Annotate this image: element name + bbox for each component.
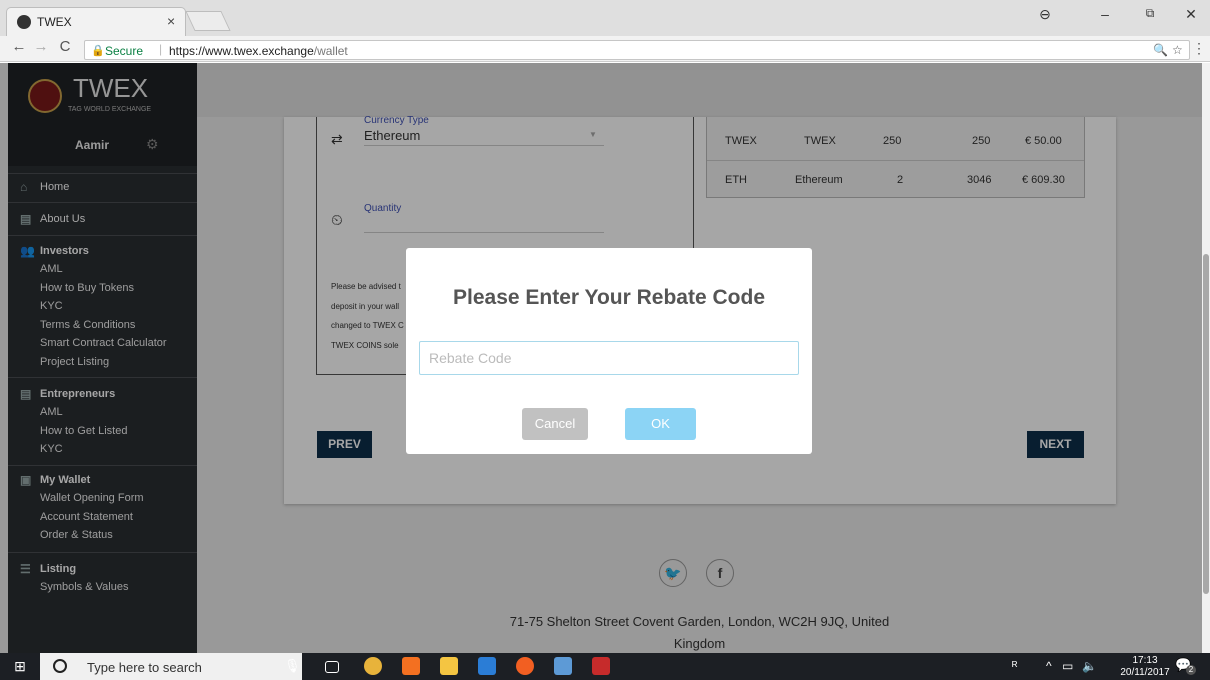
zoom-icon[interactable]: 🔍 bbox=[1153, 43, 1168, 57]
people-icon[interactable]: ᴿ bbox=[1012, 659, 1017, 673]
close-window-button[interactable]: ✕ bbox=[1176, 6, 1206, 23]
search-placeholder: Type here to search bbox=[87, 660, 202, 675]
windows-taskbar: ⊞ Type here to search 🎙 ᴿ ^ ▭ 🔈 17:13 20… bbox=[0, 653, 1210, 680]
photos-icon[interactable] bbox=[554, 657, 572, 675]
secure-label: Secure bbox=[105, 44, 144, 58]
clock-time: 17:13 bbox=[1132, 655, 1158, 666]
back-button[interactable]: ← bbox=[10, 38, 28, 55]
dialog-title: Please Enter Your Rebate Code bbox=[453, 286, 765, 309]
notification-count-badge: 2 bbox=[1186, 665, 1196, 675]
browser-tab[interactable]: TWEX × bbox=[6, 7, 186, 36]
vscode-icon[interactable] bbox=[478, 657, 496, 675]
cancel-button[interactable]: Cancel bbox=[522, 408, 588, 440]
divider: | bbox=[159, 42, 163, 56]
ok-button[interactable]: OK bbox=[625, 408, 696, 440]
reload-button[interactable]: C bbox=[56, 38, 74, 55]
tab-close-icon[interactable]: × bbox=[167, 13, 175, 29]
rebate-code-input[interactable] bbox=[419, 341, 799, 375]
paint-app-icon[interactable] bbox=[516, 657, 534, 675]
clock-date: 20/11/2017 bbox=[1120, 667, 1170, 678]
chrome-icon[interactable] bbox=[364, 657, 382, 675]
url-path: /wallet bbox=[313, 44, 348, 58]
cortana-icon bbox=[53, 659, 67, 673]
scrollbar-thumb[interactable] bbox=[1203, 254, 1209, 594]
taskbar-search[interactable]: Type here to search bbox=[40, 653, 302, 680]
tab-title: TWEX bbox=[37, 15, 72, 29]
tray-chevron-icon[interactable]: ^ bbox=[1046, 659, 1052, 673]
rebate-code-dialog: Please Enter Your Rebate Code Cancel OK bbox=[406, 248, 812, 454]
volume-icon[interactable]: 🔈 bbox=[1082, 659, 1097, 673]
url-text: https://www.twex.exchange/wallet bbox=[169, 44, 348, 58]
network-icon[interactable]: ▭ bbox=[1062, 659, 1073, 673]
microphone-icon[interactable]: 🎙 bbox=[284, 658, 301, 674]
site-favicon-icon bbox=[17, 15, 31, 29]
profile-icon[interactable]: ⊖ bbox=[1030, 6, 1060, 23]
url-base: https://www.twex.exchange bbox=[169, 44, 314, 58]
xampp-icon[interactable] bbox=[402, 657, 420, 675]
windows-start-icon[interactable]: ⊞ bbox=[0, 653, 40, 680]
minimize-button[interactable]: – bbox=[1090, 6, 1120, 22]
address-bar[interactable]: 🔒 Secure | https://www.twex.exchange/wal… bbox=[84, 40, 1190, 60]
pdf-icon[interactable] bbox=[592, 657, 610, 675]
file-explorer-icon[interactable] bbox=[440, 657, 458, 675]
browser-menu-icon[interactable]: ⋮ bbox=[1192, 40, 1206, 57]
forward-button[interactable]: → bbox=[32, 38, 50, 55]
bookmark-star-icon[interactable]: ☆ bbox=[1172, 43, 1183, 57]
taskbar-clock[interactable]: 17:13 20/11/2017 bbox=[1120, 655, 1170, 679]
lock-icon: 🔒 bbox=[91, 45, 105, 57]
maximize-button[interactable]: ⧉ bbox=[1135, 6, 1165, 21]
task-view-icon[interactable] bbox=[325, 661, 339, 673]
